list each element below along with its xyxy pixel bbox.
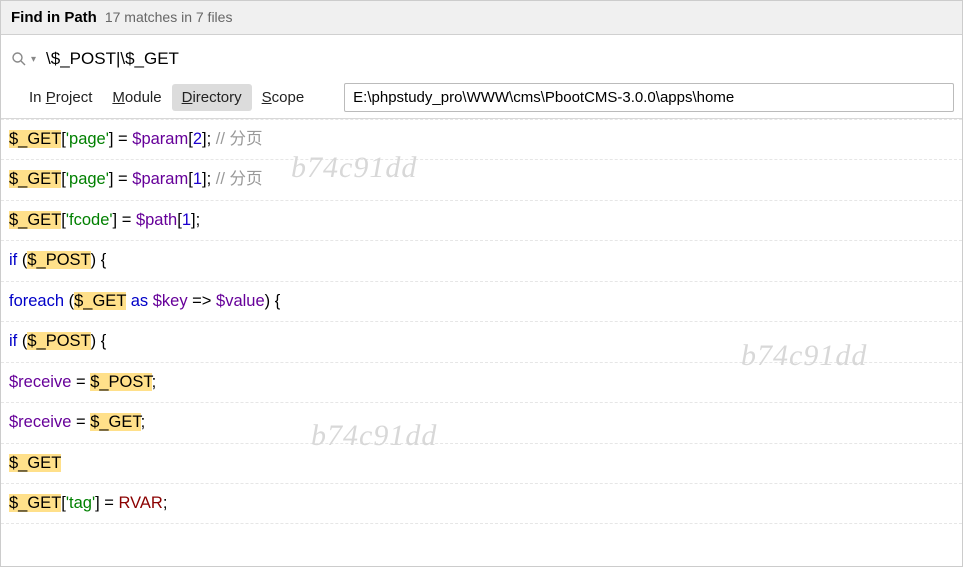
result-line[interactable]: $_GET['fcode'] = $path[1];	[1, 201, 962, 241]
code-token: RVAR	[119, 494, 163, 512]
result-line[interactable]: if ($_POST) {	[1, 322, 962, 362]
code-token: $value	[216, 292, 265, 310]
code-token: // 分页	[216, 170, 263, 188]
code-token: foreach	[9, 292, 69, 310]
result-line[interactable]: $_GET['tag'] = RVAR;	[1, 484, 962, 524]
match-highlight: $_GET	[9, 130, 61, 148]
dialog-title: Find in Path	[11, 9, 97, 26]
match-highlight: $_GET	[90, 413, 140, 431]
match-highlight: $_POST	[27, 251, 90, 269]
search-input[interactable]	[44, 45, 952, 73]
code-token: ;	[163, 494, 168, 512]
code-token: ];	[191, 211, 200, 229]
result-line[interactable]: foreach ($_GET as $key => $value) {	[1, 282, 962, 322]
match-highlight: $_GET	[9, 494, 61, 512]
code-token: ] =	[109, 170, 132, 188]
results-list: $_GET['page'] = $param[2]; // 分页$_GET['p…	[1, 119, 962, 524]
scope-tabs-row: In Project Module Directory Scope	[1, 79, 962, 119]
code-token: ;	[152, 373, 157, 391]
tab-directory[interactable]: Directory	[172, 84, 252, 111]
result-line[interactable]: $_GET['page'] = $param[2]; // 分页	[1, 119, 962, 160]
code-token: // 分页	[216, 130, 263, 148]
code-token: 'page'	[66, 170, 109, 188]
code-token: $path	[136, 211, 177, 229]
code-token: 2	[193, 130, 202, 148]
code-token: if	[9, 332, 22, 350]
tab-scope[interactable]: Scope	[252, 84, 315, 111]
results-panel: b74c91dd b74c91dd b74c91dd $_GET['page']…	[1, 119, 962, 566]
code-token: =	[71, 413, 90, 431]
find-in-path-window: Find in Path 17 matches in 7 files ▾ In …	[0, 0, 963, 567]
match-highlight: $_POST	[27, 332, 90, 350]
match-highlight: $_GET	[74, 292, 126, 310]
search-icon	[11, 51, 27, 67]
match-highlight: $_GET	[9, 170, 61, 188]
result-line[interactable]: if ($_POST) {	[1, 241, 962, 281]
dialog-header: Find in Path 17 matches in 7 files	[1, 1, 962, 35]
match-highlight: $_POST	[90, 373, 151, 391]
tab-module[interactable]: Module	[102, 84, 171, 111]
code-token: $receive	[9, 413, 71, 431]
code-token: ) {	[91, 332, 107, 350]
code-token: ) {	[91, 251, 107, 269]
match-highlight: $_GET	[9, 454, 61, 472]
code-token: 1	[193, 170, 202, 188]
code-token: as	[126, 292, 153, 310]
code-token: 'fcode'	[66, 211, 113, 229]
code-token: ] =	[109, 130, 132, 148]
code-token: ];	[202, 130, 216, 148]
code-token: 'tag'	[66, 494, 95, 512]
code-token: $key	[153, 292, 188, 310]
result-line[interactable]: $receive = $_GET;	[1, 403, 962, 443]
code-token: ;	[141, 413, 146, 431]
code-token: ] =	[113, 211, 136, 229]
code-token: ] =	[95, 494, 118, 512]
code-token: $param	[132, 130, 188, 148]
code-token: ) {	[265, 292, 281, 310]
code-token: $receive	[9, 373, 71, 391]
tab-in-project[interactable]: In Project	[19, 84, 102, 111]
result-line[interactable]: $_GET['page'] = $param[1]; // 分页	[1, 160, 962, 200]
code-token: 'page'	[66, 130, 109, 148]
result-line[interactable]: $receive = $_POST;	[1, 363, 962, 403]
search-row: ▾	[1, 35, 962, 79]
code-token: ];	[202, 170, 216, 188]
code-token: 1	[182, 211, 191, 229]
code-token: if	[9, 251, 22, 269]
code-token: $param	[132, 170, 188, 188]
directory-path-input[interactable]	[344, 83, 954, 112]
code-token: =	[71, 373, 90, 391]
match-count-label: 17 matches in 7 files	[105, 9, 233, 25]
match-highlight: $_GET	[9, 211, 61, 229]
code-token: =>	[188, 292, 216, 310]
result-line[interactable]: $_GET	[1, 444, 962, 484]
search-history-caret-icon[interactable]: ▾	[31, 54, 36, 65]
